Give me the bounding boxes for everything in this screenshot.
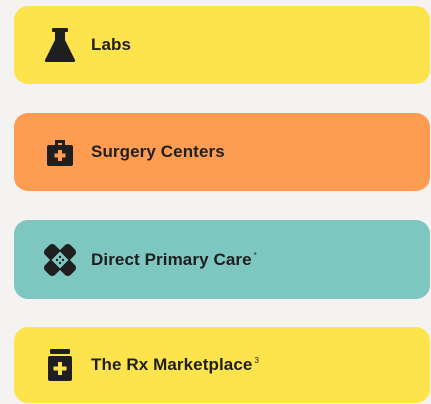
service-label: Direct Primary Care * bbox=[91, 249, 257, 269]
flask-icon bbox=[40, 25, 80, 65]
service-card-surgery-centers[interactable]: Surgery Centers bbox=[14, 113, 430, 191]
bandage-icon bbox=[40, 240, 80, 280]
medical-kit-icon bbox=[40, 132, 80, 172]
service-label: Surgery Centers bbox=[91, 142, 225, 161]
service-list: Labs Surgery Centers Direct Primary Care… bbox=[0, 0, 431, 404]
service-label: The Rx Marketplace 3 bbox=[91, 355, 260, 374]
service-card-labs[interactable]: Labs bbox=[14, 6, 430, 84]
service-card-direct-primary-care[interactable]: Direct Primary Care * bbox=[14, 220, 430, 299]
service-card-rx-marketplace[interactable]: The Rx Marketplace 3 bbox=[14, 327, 430, 403]
pill-bottle-icon bbox=[40, 345, 80, 385]
service-label: Labs bbox=[91, 35, 132, 54]
